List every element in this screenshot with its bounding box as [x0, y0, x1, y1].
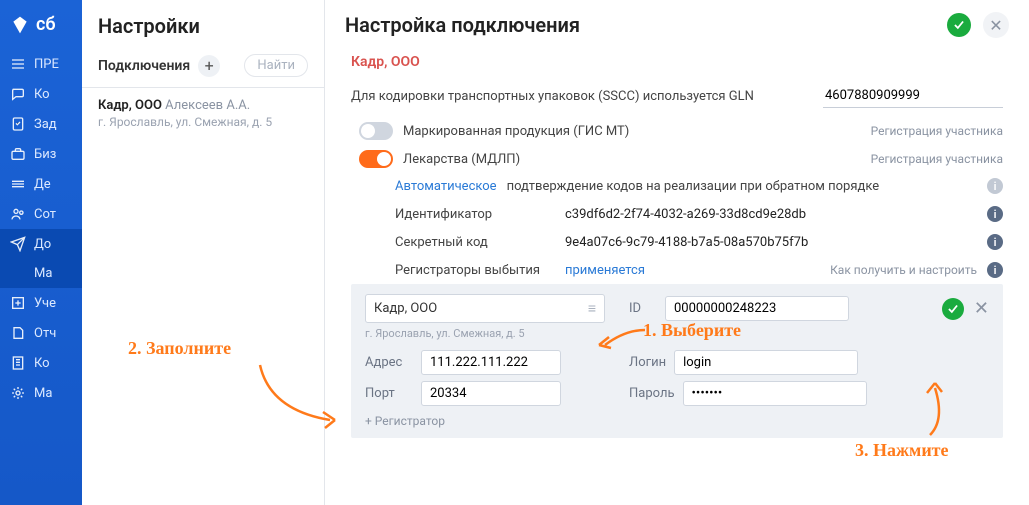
- connection-person: Алексеев А.А.: [165, 98, 250, 113]
- check-icon: [946, 302, 960, 316]
- auto-confirm-text: подтверждение кодов на реализации при об…: [507, 179, 880, 194]
- nav-rail: сб ПРЕ Ко Зад Биз Де Сот До Ма Уче Отч К…: [0, 0, 82, 505]
- login-label: Логин: [629, 355, 666, 370]
- main-panel: Настройка подключения ✕ Кадр, ООО Для ко…: [325, 0, 1029, 505]
- nav-item-companies[interactable]: Ко: [0, 348, 82, 378]
- gln-label: Для кодировки транспортных упаковок (SSC…: [351, 89, 813, 104]
- info-icon[interactable]: i: [987, 262, 1003, 278]
- secret-label: Секретный код: [395, 235, 555, 250]
- connection-org: Кадр, ООО: [98, 98, 162, 113]
- how-to-link[interactable]: Как получить и настроить: [830, 263, 977, 277]
- toggle-meds[interactable]: [359, 150, 393, 168]
- logo-icon: [10, 15, 30, 35]
- brand-text: сб: [36, 14, 56, 35]
- gln-input[interactable]: [823, 84, 1003, 108]
- toggle-meds-label: Лекарства (МДЛП): [403, 152, 861, 167]
- registrator-org-select[interactable]: Кадр, ООО ≡: [365, 294, 605, 323]
- port-input[interactable]: [421, 381, 561, 406]
- connection-item[interactable]: Кадр, ООО Алексеев А.А. г. Ярославль, ул…: [82, 88, 324, 133]
- secret-value: 9e4a07c6-9c79-4188-b7a5-08a570b75f7b: [565, 235, 977, 250]
- close-button[interactable]: ✕: [983, 12, 1009, 38]
- password-label: Пароль: [629, 386, 675, 401]
- nav-item-money[interactable]: Де: [0, 169, 82, 199]
- registrator-panel: Кадр, ООО ≡ ID ✕ г. Ярославль, ул. Смежн…: [351, 284, 1003, 438]
- settings-title: Настройки: [82, 0, 324, 48]
- add-registrator-button[interactable]: + Регистратор: [365, 414, 989, 428]
- login-input[interactable]: [674, 350, 858, 375]
- connections-header: Подключения: [98, 58, 190, 74]
- registrators-label: Регистраторы выбытия: [395, 263, 555, 278]
- nav-item-business[interactable]: Биз: [0, 139, 82, 169]
- check-icon: [952, 18, 966, 32]
- info-icon[interactable]: i: [987, 234, 1003, 250]
- marking-registration-link[interactable]: Регистрация участника: [871, 124, 1003, 138]
- toggle-marking-label: Маркированная продукция (ГИС МТ): [403, 124, 861, 139]
- id-input[interactable]: [665, 296, 849, 321]
- nav-item-marking[interactable]: Ма: [0, 259, 82, 288]
- registrator-org-value: Кадр, ООО: [374, 301, 437, 316]
- registrator-address: г. Ярославль, ул. Смежная, д. 5: [365, 327, 605, 340]
- settings-column: Настройки Подключения + Найти Кадр, ООО …: [82, 0, 325, 505]
- toggle-marking[interactable]: [359, 122, 393, 140]
- add-connection-button[interactable]: +: [198, 55, 220, 77]
- address-label: Адрес: [365, 355, 413, 370]
- nav-item-reports[interactable]: Отч: [0, 318, 82, 348]
- search-input[interactable]: Найти: [244, 54, 308, 77]
- nav-item-tasks[interactable]: Зад: [0, 109, 82, 139]
- identifier-label: Идентификатор: [395, 207, 555, 222]
- org-name: Кадр, ООО: [351, 54, 1003, 70]
- info-icon[interactable]: i: [987, 178, 1003, 194]
- registrator-cancel-button[interactable]: ✕: [974, 298, 989, 319]
- address-input[interactable]: [421, 350, 561, 375]
- auto-confirm-link[interactable]: Автоматическое: [395, 179, 497, 194]
- registrator-apply-button[interactable]: [942, 298, 964, 320]
- nav-item-staff[interactable]: Сот: [0, 199, 82, 229]
- app-logo: сб: [0, 6, 82, 49]
- menu-icon: ≡: [588, 300, 596, 317]
- registrators-applied-link[interactable]: применяется: [565, 263, 645, 278]
- panel-title: Настройка подключения: [345, 13, 580, 37]
- meds-registration-link[interactable]: Регистрация участника: [871, 152, 1003, 166]
- nav-item-apps[interactable]: Ма: [0, 378, 82, 408]
- apply-button[interactable]: [947, 13, 971, 37]
- id-label: ID: [629, 301, 657, 316]
- port-label: Порт: [365, 386, 413, 401]
- info-icon[interactable]: i: [987, 206, 1003, 222]
- nav-item-contacts[interactable]: Ко: [0, 79, 82, 109]
- identifier-value: c39df6d2-2f74-4032-a269-33d8cd9e28db: [565, 207, 977, 222]
- nav-item-docs[interactable]: До: [0, 229, 82, 259]
- nav-item-accounting[interactable]: Уче: [0, 288, 82, 318]
- connection-address: г. Ярославль, ул. Смежная, д. 5: [98, 115, 308, 129]
- password-input[interactable]: [683, 381, 867, 406]
- nav-item-pre[interactable]: ПРЕ: [0, 49, 82, 79]
